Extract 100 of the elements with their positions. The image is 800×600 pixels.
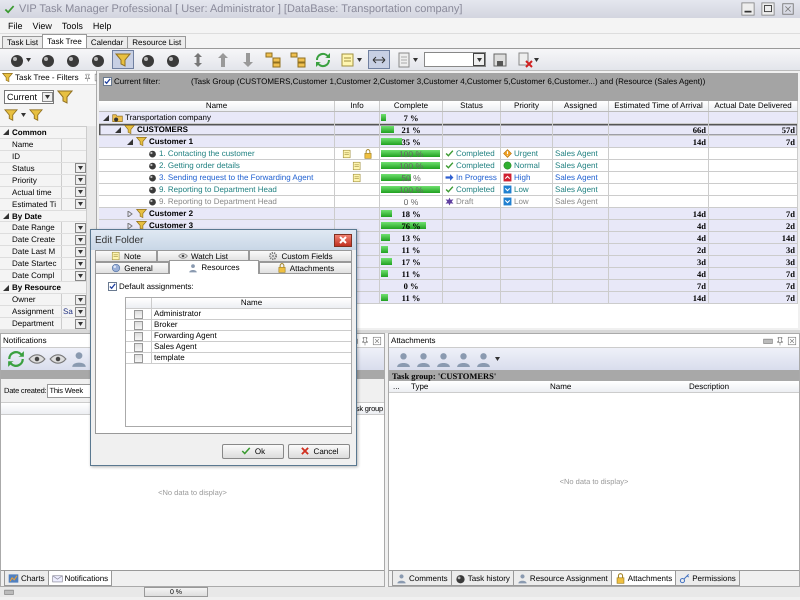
status-text: In Progress — [456, 173, 497, 182]
property-name: Owner — [12, 294, 62, 306]
minimize-button[interactable] — [740, 2, 756, 16]
column-header[interactable]: Assigned — [553, 101, 609, 111]
panel-title: Attachments — [391, 336, 436, 345]
checkbox[interactable] — [103, 77, 112, 86]
column-header[interactable]: Priority — [501, 101, 553, 111]
lock-icon — [362, 148, 372, 158]
expander-icon[interactable] — [3, 129, 9, 136]
tab[interactable]: Calendar — [86, 36, 128, 48]
globe-icon — [111, 263, 122, 273]
check-icon — [445, 185, 454, 194]
priority-text: Low — [514, 197, 529, 206]
tab[interactable]: Task Tree — [42, 34, 87, 48]
dropdown-button[interactable] — [75, 222, 86, 233]
tab[interactable]: Resources — [169, 260, 259, 274]
checkbox[interactable] — [134, 354, 143, 363]
column-header[interactable]: Complete — [380, 101, 443, 111]
lock-icon — [276, 263, 287, 273]
tab[interactable]: Attachments — [610, 571, 676, 586]
dropdown-button[interactable] — [75, 234, 86, 245]
expander-icon[interactable] — [3, 213, 9, 219]
user-icon — [188, 262, 198, 272]
dropdown-button[interactable] — [75, 246, 86, 257]
combo-box[interactable] — [424, 52, 486, 67]
tab[interactable]: Task history — [450, 571, 514, 586]
table-row[interactable]: 1. Contacting the customer 100 % Completed Urgent Sales Agent — [99, 148, 798, 160]
ok-button[interactable]: Ok — [222, 444, 284, 458]
tab[interactable]: Resource Assignment — [512, 571, 612, 586]
table-row[interactable]: 3. Sending request to the Forwarding Agent 50 % In Progress High Sales Agent — [99, 172, 798, 184]
dropdown-button[interactable] — [75, 187, 86, 198]
column-header[interactable]: Info — [335, 101, 380, 111]
tab[interactable]: General — [95, 262, 169, 274]
pin-icon — [360, 336, 370, 346]
dropdown-button[interactable] — [75, 175, 86, 186]
table-row[interactable]: CUSTOMERS 21 % 66d 57d — [99, 124, 798, 136]
expander-icon[interactable] — [102, 114, 110, 122]
tab[interactable]: Task List — [2, 36, 44, 48]
dropdown-button[interactable] — [75, 199, 86, 210]
checkbox[interactable] — [108, 282, 117, 291]
folder-icon — [112, 112, 123, 123]
menu-item[interactable]: Help — [92, 20, 112, 30]
checkbox[interactable] — [134, 321, 143, 330]
dropdown-button[interactable] — [75, 163, 86, 174]
dropdown-button[interactable] — [75, 270, 86, 281]
ball-icon — [148, 161, 157, 170]
ball-icon — [148, 197, 157, 206]
toolbar-button[interactable] — [368, 50, 390, 69]
tab[interactable]: Charts — [4, 571, 49, 586]
dropdown-button[interactable] — [75, 318, 86, 329]
column-header[interactable]: Actual Date Delivered — [709, 101, 798, 111]
tab[interactable]: Custom Fields — [249, 250, 352, 262]
column-header[interactable]: Name — [550, 382, 689, 391]
expander-icon[interactable] — [114, 126, 122, 134]
menu-item[interactable]: Tools — [62, 20, 83, 30]
close-button[interactable] — [334, 234, 352, 246]
dropdown-button[interactable] — [75, 258, 86, 269]
table-row[interactable]: Customer 2 18 % 14d 7d — [99, 208, 798, 220]
checkbox[interactable] — [134, 310, 143, 319]
table-row[interactable]: Transportation company 7 % — [99, 112, 798, 124]
menu-item[interactable]: View — [32, 20, 52, 30]
expander-icon[interactable] — [126, 138, 134, 146]
column-header[interactable]: Description — [689, 382, 799, 391]
column-header[interactable]: Name — [99, 101, 335, 111]
tab[interactable]: Comments — [392, 571, 452, 586]
table-row[interactable]: Customer 3 76 % 4d 2d — [99, 220, 798, 232]
dropdown-button[interactable] — [473, 53, 485, 66]
expander-icon[interactable] — [3, 284, 9, 291]
cancel-button[interactable]: Cancel — [288, 444, 350, 458]
tab[interactable]: Attachments — [259, 262, 352, 274]
column-header[interactable]: ... — [393, 382, 411, 391]
eye-icon — [178, 251, 188, 261]
user-icon — [395, 350, 412, 368]
tab[interactable]: Note — [95, 250, 157, 262]
funnel-icon — [115, 52, 131, 68]
checkbox[interactable] — [134, 332, 143, 341]
dropdown-button[interactable] — [42, 92, 53, 102]
column-header[interactable]: Type — [411, 382, 550, 391]
category-title: Common — [12, 128, 47, 137]
group-title: Task group: 'CUSTOMERS' — [392, 370, 496, 380]
column-header[interactable]: Estimated Time of Arrival — [609, 101, 709, 111]
checkbox[interactable] — [134, 343, 143, 352]
tab[interactable]: Permissions — [675, 571, 740, 586]
tab[interactable]: Notifications — [48, 571, 112, 586]
preset-select[interactable]: Current — [4, 90, 54, 104]
resource-name: Sales Agent — [151, 342, 351, 352]
status-text: Completed — [456, 185, 495, 194]
tab[interactable]: Resource List — [127, 36, 186, 48]
table-row[interactable]: 9. Reporting to Department Head 100 % Completed Low Sales Agent — [99, 184, 798, 196]
circle-icon — [503, 161, 512, 170]
dropdown-button[interactable] — [75, 306, 86, 317]
maximize-button[interactable] — [760, 2, 776, 16]
refresh-icon — [7, 350, 25, 368]
column-header[interactable]: Name — [151, 298, 351, 308]
column-header[interactable]: Status — [443, 101, 501, 111]
menu-item[interactable]: File — [8, 20, 23, 30]
funnel-icon — [57, 89, 73, 105]
dropdown-button[interactable] — [75, 294, 86, 305]
table-row[interactable]: 2. Getting order details 100 % Completed Normal Sales Agent — [99, 160, 798, 172]
table-row[interactable]: 9. Reporting to Department Head 0 % Draft Low Sales Agent — [99, 196, 798, 208]
